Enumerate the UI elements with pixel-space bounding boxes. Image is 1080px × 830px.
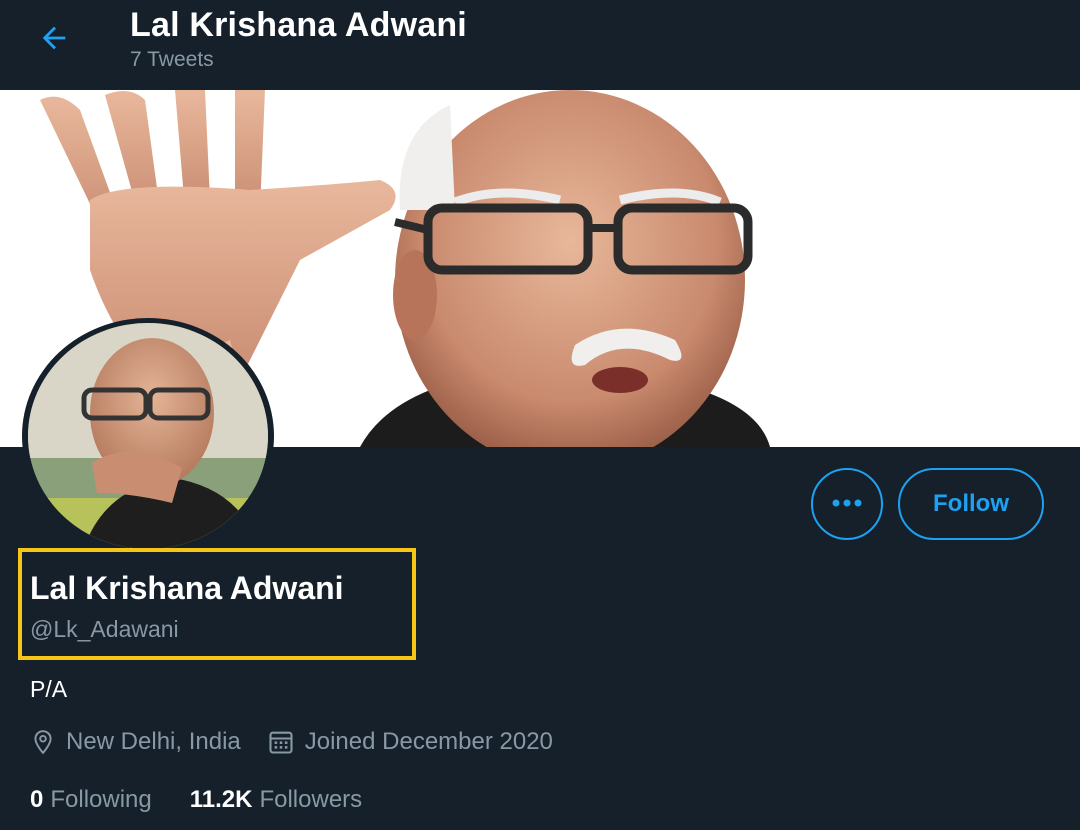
profile-joined-date: Joined December 2020	[304, 728, 553, 755]
profile-meta: New Delhi, India Joined December 2020	[30, 728, 553, 756]
back-button[interactable]	[30, 20, 78, 60]
location-pin-icon	[30, 728, 56, 756]
followers-link[interactable]: 11.2K Followers	[190, 786, 362, 814]
followers-count: 11.2K	[189, 786, 253, 813]
followers-label: Followers	[259, 786, 363, 813]
profile-bio: P/A	[30, 676, 68, 702]
header-title: Lal Krishana Adwani	[130, 6, 467, 44]
profile-stats: 0 Following 11.2K Followers	[30, 786, 362, 814]
more-options-button[interactable]	[811, 468, 883, 540]
arrow-left-icon	[37, 21, 71, 60]
profile-header: Lal Krishana Adwani 7 Tweets	[0, 0, 1080, 90]
more-horizontal-icon	[831, 495, 863, 513]
following-label: Following	[50, 786, 152, 813]
profile-handle: @Lk_Adawani	[30, 616, 179, 642]
follow-button[interactable]: Follow	[898, 468, 1044, 540]
following-count: 0	[30, 786, 44, 813]
following-link[interactable]: 0 Following	[30, 786, 152, 814]
profile-display-name: Lal Krishana Adwani	[30, 570, 344, 606]
profile-avatar[interactable]	[22, 318, 274, 554]
profile-location: New Delhi, India	[66, 728, 241, 755]
calendar-icon	[267, 728, 295, 756]
tweet-count: 7 Tweets	[130, 48, 214, 71]
